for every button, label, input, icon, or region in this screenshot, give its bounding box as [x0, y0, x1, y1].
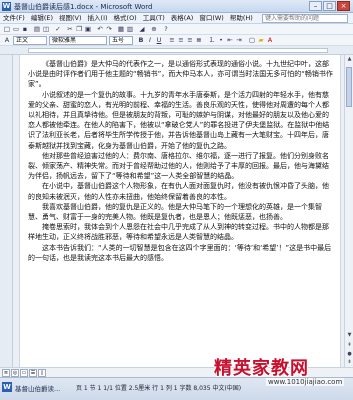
- help-search-input[interactable]: 键入需要帮助的问题: [262, 14, 348, 23]
- menu-view[interactable]: 视图(V): [56, 13, 85, 24]
- maximize-button[interactable]: □: [323, 1, 336, 11]
- paragraph[interactable]: 小说叙述的是一个复仇的故事。十九岁的青年水手唐泰斯，是个活力四射的年轻水手，他有…: [28, 90, 334, 151]
- window-title: 基督山伯爵读后感1.docx - Microsoft Word: [14, 3, 153, 11]
- justify-icon[interactable]: ≣: [195, 36, 203, 44]
- zoom-icon[interactable]: ⊕: [150, 25, 158, 33]
- paragraph[interactable]: 这本书告诉我们：“人类的一切智慧是包含在这四个字里面的：‘等待’和‘希望’！”这…: [28, 243, 334, 263]
- new-document-icon[interactable]: □: [3, 25, 11, 33]
- help-icon[interactable]: ?: [162, 25, 170, 33]
- font-color-icon[interactable]: A: [266, 36, 274, 44]
- horizontal-ruler[interactable]: [0, 46, 353, 55]
- previous-page-icon[interactable]: ⇞: [345, 341, 353, 350]
- align-right-icon[interactable]: ≡: [186, 36, 194, 44]
- highlight-icon[interactable]: ▰: [257, 36, 265, 44]
- menu-table[interactable]: 表格(A): [168, 13, 197, 24]
- menu-file[interactable]: 文件(F): [0, 13, 28, 24]
- font-size-select[interactable]: 五号: [109, 36, 133, 45]
- font-select[interactable]: 微软雅黑: [49, 36, 107, 45]
- document-page[interactable]: 《基督山伯爵》是大仲马的代表作之一，是以通俗形式表现的通俗小说。十九世纪中叶，这…: [19, 55, 341, 367]
- scroll-down-icon[interactable]: ▼: [345, 331, 353, 340]
- spelling-icon[interactable]: ✓: [54, 25, 62, 33]
- print-icon[interactable]: ▤: [33, 25, 41, 33]
- open-folder-icon[interactable]: ▭: [12, 25, 20, 33]
- web-view-icon[interactable]: ◎: [11, 369, 19, 377]
- undo-icon[interactable]: ↶: [96, 25, 104, 33]
- watermark-title: 精英家教网: [214, 358, 309, 379]
- menu-format[interactable]: 格式(O): [111, 13, 140, 24]
- paragraph[interactable]: 掩卷思索时，我体会到个人恩怨在社会中几乎完成了从人到神的转变过程。书中的人物都是…: [28, 222, 334, 242]
- print-preview-icon[interactable]: ◫: [42, 25, 50, 33]
- scroll-thumb[interactable]: [346, 67, 352, 107]
- document-area: 《基督山伯爵》是大仲马的代表作之一，是以通俗形式表现的通俗小说。十九世纪中叶，这…: [13, 55, 344, 367]
- word-task-icon[interactable]: W: [2, 382, 12, 392]
- site-watermark: 精英家教网 www.1010jiajiao.com: [208, 354, 353, 400]
- copy-icon[interactable]: ❐: [75, 25, 83, 33]
- insert-table-icon[interactable]: ▦: [117, 25, 125, 33]
- italic-icon[interactable]: I: [146, 36, 154, 44]
- paste-icon[interactable]: ▣: [84, 25, 92, 33]
- align-left-icon[interactable]: ≡: [168, 36, 176, 44]
- redo-icon[interactable]: ↷: [105, 25, 113, 33]
- formatting-toolbar: A 正文 微软雅黑 五号 B I U ≡ ≡ ≡ ≣ ⒈ • ⇤ ⇥ ▢ ▰ A: [0, 35, 353, 46]
- menu-window[interactable]: 窗口(W): [196, 13, 227, 24]
- standard-toolbar: □ ▭ ▪ ▤ ◫ ✓ ✂ ❐ ▣ ↶ ↷ ▦ ▥ ◢ ⊕ ?: [0, 24, 353, 35]
- vertical-ruler[interactable]: [0, 55, 13, 367]
- print-view-icon[interactable]: ▭: [20, 369, 28, 377]
- paragraph[interactable]: 《基督山伯爵》是大仲马的代表作之一，是以通俗形式表现的通俗小说。十九世纪中叶，这…: [28, 59, 334, 90]
- taskbar-document-title[interactable]: 基督山伯爵读...: [15, 383, 60, 393]
- vertical-scrollbar[interactable]: ▲ ▼ ⇞ ● ⇟: [344, 55, 353, 367]
- menu-tools[interactable]: 工具(T): [140, 13, 168, 24]
- style-select[interactable]: 正文: [13, 36, 47, 45]
- ruler-track: [28, 48, 328, 53]
- watermark-url: www.1010jiajiao.com: [266, 378, 345, 386]
- paragraph[interactable]: 在小说中，基督山伯爵这个人物形象，在有仇人面对面复仇时，他没有被仇恨冲昏了头脑，…: [28, 181, 334, 201]
- menu-help[interactable]: 帮助(H): [227, 13, 256, 24]
- columns-icon[interactable]: ▥: [126, 25, 134, 33]
- save-icon[interactable]: ▪: [21, 25, 29, 33]
- title-bar: W 基督山伯爵读后感1.docx - Microsoft Word – □ ×: [0, 0, 353, 13]
- numbering-icon[interactable]: ⒈: [208, 36, 216, 44]
- styles-pane-icon[interactable]: A: [3, 36, 11, 44]
- paragraph[interactable]: 我喜欢基督山伯爵，他的复仇是正义的。他是大仲马笔下的一个理想化的英雄，是一个集智…: [28, 202, 334, 222]
- minimize-button[interactable]: –: [309, 1, 322, 11]
- reading-view-icon[interactable]: ▯: [38, 369, 46, 377]
- scroll-up-icon[interactable]: ▲: [345, 55, 353, 64]
- border-icon[interactable]: ▢: [248, 36, 256, 44]
- align-center-icon[interactable]: ≡: [177, 36, 185, 44]
- bold-icon[interactable]: B: [137, 36, 145, 44]
- outline-view-icon[interactable]: ☰: [29, 369, 37, 377]
- underline-icon[interactable]: U: [155, 36, 163, 44]
- menu-insert[interactable]: 插入(I): [85, 13, 111, 24]
- increase-indent-icon[interactable]: ⇥: [235, 36, 243, 44]
- document-body[interactable]: 《基督山伯爵》是大仲马的代表作之一，是以通俗形式表现的通俗小说。十九世纪中叶，这…: [28, 59, 334, 263]
- decrease-indent-icon[interactable]: ⇤: [226, 36, 234, 44]
- normal-view-icon[interactable]: ≡: [2, 369, 10, 377]
- drawing-icon[interactable]: ◢: [138, 25, 146, 33]
- menu-edit[interactable]: 编辑(E): [28, 13, 56, 24]
- word-app-icon[interactable]: W: [2, 2, 11, 11]
- paragraph[interactable]: 他对那些曾经迫害过他的人：费尔南、唐格拉尔、维尔福，逐一进行了报复。他们分别身败…: [28, 151, 334, 182]
- bullets-icon[interactable]: •: [217, 36, 225, 44]
- close-button[interactable]: ×: [337, 1, 350, 11]
- cut-icon[interactable]: ✂: [66, 25, 74, 33]
